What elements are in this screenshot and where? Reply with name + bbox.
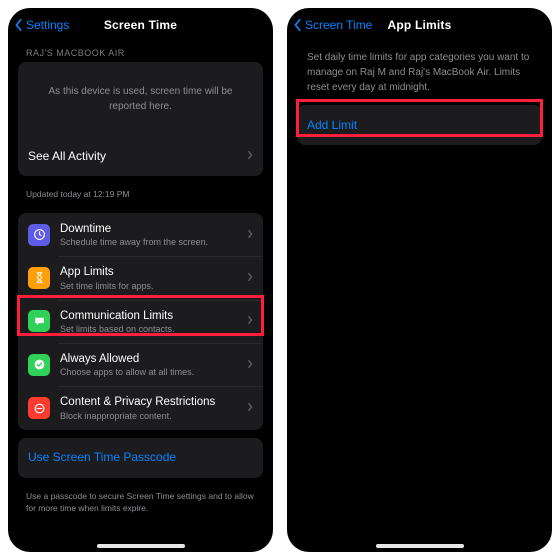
see-all-activity-row[interactable]: See All Activity bbox=[18, 136, 263, 176]
add-limit-card: Add Limit bbox=[297, 105, 542, 145]
nav-bar: Screen Time App Limits bbox=[287, 8, 552, 42]
row-sub: Set time limits for apps. bbox=[60, 281, 241, 291]
limits-list: DowntimeSchedule time away from the scre… bbox=[18, 213, 263, 430]
home-indicator[interactable] bbox=[97, 544, 185, 548]
always-allowed-row[interactable]: Always AllowedChoose apps to allow at al… bbox=[18, 343, 263, 386]
chevron-right-icon bbox=[247, 399, 253, 417]
downtime-icon bbox=[28, 224, 50, 246]
back-button[interactable]: Settings bbox=[14, 8, 69, 42]
usage-placeholder: As this device is used, screen time will… bbox=[18, 62, 263, 136]
content-privacy-row[interactable]: Content & Privacy Restrictions Block inap… bbox=[18, 386, 263, 429]
nav-bar: Settings Screen Time bbox=[8, 8, 273, 42]
app-limits-row[interactable]: App Limits Set time limits for apps. bbox=[18, 256, 263, 299]
updated-text: Updated today at 12:19 PM bbox=[18, 184, 263, 209]
use-passcode-row[interactable]: Use Screen Time Passcode bbox=[18, 438, 263, 478]
home-indicator[interactable] bbox=[376, 544, 464, 548]
page-title: Screen Time bbox=[104, 18, 177, 32]
chevron-right-icon bbox=[247, 147, 253, 165]
passcode-label: Use Screen Time Passcode bbox=[28, 450, 253, 465]
downtime-row[interactable]: DowntimeSchedule time away from the scre… bbox=[18, 213, 263, 256]
row-title: App Limits bbox=[60, 265, 241, 279]
content: Set daily time limits for app categories… bbox=[287, 42, 552, 552]
row-sub: Choose apps to allow at all times. bbox=[60, 367, 241, 377]
communication-icon bbox=[28, 310, 50, 332]
chevron-left-icon bbox=[293, 18, 303, 32]
phone-screen-time: Settings Screen Time RAJ'S MACBOOK AIR A… bbox=[8, 8, 273, 552]
back-button[interactable]: Screen Time bbox=[293, 8, 372, 42]
add-limit-row[interactable]: Add Limit bbox=[297, 105, 542, 145]
chevron-right-icon bbox=[247, 312, 253, 330]
row-sub: Set limits based on contacts. bbox=[60, 324, 241, 334]
back-label: Screen Time bbox=[305, 18, 372, 32]
content: RAJ'S MACBOOK AIR As this device is used… bbox=[8, 42, 273, 552]
chevron-right-icon bbox=[247, 226, 253, 244]
row-sub: Block inappropriate content. bbox=[60, 411, 241, 421]
passcode-card: Use Screen Time Passcode bbox=[18, 438, 263, 478]
chevron-left-icon bbox=[14, 18, 24, 32]
device-header: RAJ'S MACBOOK AIR bbox=[18, 42, 263, 62]
hourglass-icon bbox=[28, 267, 50, 289]
back-label: Settings bbox=[26, 18, 69, 32]
tutorial-image: Settings Screen Time RAJ'S MACBOOK AIR A… bbox=[0, 0, 560, 560]
chevron-right-icon bbox=[247, 356, 253, 374]
communication-limits-row[interactable]: Communication LimitsSet limits based on … bbox=[18, 300, 263, 343]
no-entry-icon bbox=[28, 397, 50, 419]
row-sub: Schedule time away from the screen. bbox=[60, 237, 241, 247]
see-all-label: See All Activity bbox=[28, 149, 241, 164]
page-title: App Limits bbox=[388, 18, 452, 32]
row-title: Downtime bbox=[60, 222, 241, 236]
passcode-help: Use a passcode to secure Screen Time set… bbox=[18, 486, 263, 523]
help-text: Set daily time limits for app categories… bbox=[297, 42, 542, 105]
add-limit-label: Add Limit bbox=[307, 118, 532, 133]
phone-app-limits: Screen Time App Limits Set daily time li… bbox=[287, 8, 552, 552]
check-icon bbox=[28, 354, 50, 376]
row-title: Always Allowed bbox=[60, 352, 241, 366]
chevron-right-icon bbox=[247, 269, 253, 287]
row-title: Content & Privacy Restrictions bbox=[60, 395, 241, 409]
usage-card: As this device is used, screen time will… bbox=[18, 62, 263, 176]
row-title: Communication Limits bbox=[60, 309, 241, 323]
